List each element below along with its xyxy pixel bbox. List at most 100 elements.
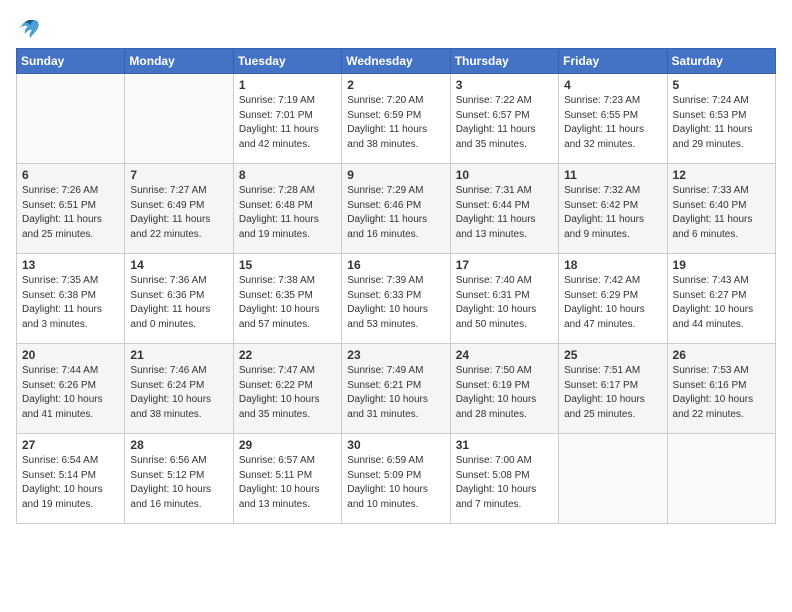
day-detail: Sunrise: 6:54 AMSunset: 5:14 PMDaylight:…	[22, 454, 119, 512]
calendar-day-cell: 31 Sunrise: 7:00 AMSunset: 5:08 PMDayligh…	[450, 434, 558, 524]
calendar-week-row: 1 Sunrise: 7:19 AMSunset: 7:01 PMDaylight…	[17, 74, 776, 164]
weekday-header: Thursday	[450, 49, 558, 74]
day-number: 2	[347, 78, 444, 92]
day-number: 5	[673, 78, 770, 92]
day-detail: Sunrise: 7:27 AMSunset: 6:49 PMDaylight:…	[130, 184, 227, 242]
day-detail: Sunrise: 6:59 AMSunset: 5:09 PMDaylight:…	[347, 454, 444, 512]
day-number: 9	[347, 168, 444, 182]
day-number: 27	[22, 438, 119, 452]
day-detail: Sunrise: 7:32 AMSunset: 6:42 PMDaylight:…	[564, 184, 661, 242]
day-number: 30	[347, 438, 444, 452]
day-detail: Sunrise: 7:28 AMSunset: 6:48 PMDaylight:…	[239, 184, 336, 242]
day-detail: Sunrise: 7:26 AMSunset: 6:51 PMDaylight:…	[22, 184, 119, 242]
calendar-day-cell: 19 Sunrise: 7:43 AMSunset: 6:27 PMDayligh…	[667, 254, 775, 344]
day-number: 21	[130, 348, 227, 362]
calendar-day-cell	[125, 74, 233, 164]
calendar-day-cell: 12Sunrise: 7:33 AMSunset: 6:40 PMDayligh…	[667, 164, 775, 254]
calendar-day-cell: 20 Sunrise: 7:44 AMSunset: 6:26 PMDayligh…	[17, 344, 125, 434]
calendar-day-cell: 18Sunrise: 7:42 AMSunset: 6:29 PMDayligh…	[559, 254, 667, 344]
calendar-day-cell: 1 Sunrise: 7:19 AMSunset: 7:01 PMDaylight…	[233, 74, 341, 164]
day-number: 19	[673, 258, 770, 272]
weekday-header: Tuesday	[233, 49, 341, 74]
day-detail: Sunrise: 7:44 AMSunset: 6:26 PMDaylight:…	[22, 364, 119, 422]
day-number: 8	[239, 168, 336, 182]
day-number: 7	[130, 168, 227, 182]
day-detail: Sunrise: 7:36 AMSunset: 6:36 PMDaylight:…	[130, 274, 227, 332]
day-detail: Sunrise: 7:19 AMSunset: 7:01 PMDaylight:…	[239, 94, 336, 152]
day-number: 22	[239, 348, 336, 362]
day-detail: Sunrise: 7:35 AMSunset: 6:38 PMDaylight:…	[22, 274, 119, 332]
calendar-table: SundayMondayTuesdayWednesdayThursdayFrid…	[16, 48, 776, 524]
calendar-week-row: 20 Sunrise: 7:44 AMSunset: 6:26 PMDayligh…	[17, 344, 776, 434]
calendar-day-cell: 21 Sunrise: 7:46 AMSunset: 6:24 PMDayligh…	[125, 344, 233, 434]
calendar-day-cell: 16 Sunrise: 7:39 AMSunset: 6:33 PMDayligh…	[342, 254, 450, 344]
day-number: 6	[22, 168, 119, 182]
day-number: 1	[239, 78, 336, 92]
day-detail: Sunrise: 7:23 AMSunset: 6:55 PMDaylight:…	[564, 94, 661, 152]
calendar-day-cell: 28 Sunrise: 6:56 AMSunset: 5:12 PMDayligh…	[125, 434, 233, 524]
day-number: 26	[673, 348, 770, 362]
calendar-day-cell: 9 Sunrise: 7:29 AMSunset: 6:46 PMDaylight…	[342, 164, 450, 254]
day-detail: Sunrise: 7:50 AMSunset: 6:19 PMDaylight:…	[456, 364, 553, 422]
calendar-day-cell	[559, 434, 667, 524]
calendar-day-cell: 15 Sunrise: 7:38 AMSunset: 6:35 PMDayligh…	[233, 254, 341, 344]
calendar-day-cell: 22 Sunrise: 7:47 AMSunset: 6:22 PMDayligh…	[233, 344, 341, 434]
day-number: 13	[22, 258, 119, 272]
calendar-day-cell	[667, 434, 775, 524]
day-number: 24	[456, 348, 553, 362]
day-detail: Sunrise: 7:47 AMSunset: 6:22 PMDaylight:…	[239, 364, 336, 422]
page-header	[16, 16, 776, 40]
day-number: 25	[564, 348, 661, 362]
calendar-day-cell: 8 Sunrise: 7:28 AMSunset: 6:48 PMDaylight…	[233, 164, 341, 254]
day-detail: Sunrise: 7:38 AMSunset: 6:35 PMDaylight:…	[239, 274, 336, 332]
calendar-day-cell	[17, 74, 125, 164]
day-detail: Sunrise: 7:42 AMSunset: 6:29 PMDaylight:…	[564, 274, 661, 332]
calendar-day-cell: 23Sunrise: 7:49 AMSunset: 6:21 PMDayligh…	[342, 344, 450, 434]
day-detail: Sunrise: 7:33 AMSunset: 6:40 PMDaylight:…	[673, 184, 770, 242]
calendar-day-cell: 11 Sunrise: 7:32 AMSunset: 6:42 PMDayligh…	[559, 164, 667, 254]
logo-icon	[16, 16, 44, 40]
day-detail: Sunrise: 7:24 AMSunset: 6:53 PMDaylight:…	[673, 94, 770, 152]
weekday-header: Wednesday	[342, 49, 450, 74]
day-detail: Sunrise: 7:31 AMSunset: 6:44 PMDaylight:…	[456, 184, 553, 242]
weekday-header: Sunday	[17, 49, 125, 74]
logo	[16, 16, 48, 40]
day-detail: Sunrise: 7:46 AMSunset: 6:24 PMDaylight:…	[130, 364, 227, 422]
weekday-header: Friday	[559, 49, 667, 74]
calendar-day-cell: 3Sunrise: 7:22 AMSunset: 6:57 PMDaylight…	[450, 74, 558, 164]
day-number: 20	[22, 348, 119, 362]
day-detail: Sunrise: 7:29 AMSunset: 6:46 PMDaylight:…	[347, 184, 444, 242]
day-number: 29	[239, 438, 336, 452]
calendar-week-row: 27 Sunrise: 6:54 AMSunset: 5:14 PMDayligh…	[17, 434, 776, 524]
day-detail: Sunrise: 7:43 AMSunset: 6:27 PMDaylight:…	[673, 274, 770, 332]
calendar-day-cell: 7 Sunrise: 7:27 AMSunset: 6:49 PMDaylight…	[125, 164, 233, 254]
day-number: 16	[347, 258, 444, 272]
day-number: 11	[564, 168, 661, 182]
calendar-day-cell: 2 Sunrise: 7:20 AMSunset: 6:59 PMDaylight…	[342, 74, 450, 164]
calendar-header-row: SundayMondayTuesdayWednesdayThursdayFrid…	[17, 49, 776, 74]
calendar-day-cell: 25 Sunrise: 7:51 AMSunset: 6:17 PMDayligh…	[559, 344, 667, 434]
calendar-day-cell: 4Sunrise: 7:23 AMSunset: 6:55 PMDaylight…	[559, 74, 667, 164]
calendar-day-cell: 27 Sunrise: 6:54 AMSunset: 5:14 PMDayligh…	[17, 434, 125, 524]
calendar-week-row: 6 Sunrise: 7:26 AMSunset: 6:51 PMDaylight…	[17, 164, 776, 254]
day-number: 23	[347, 348, 444, 362]
day-detail: Sunrise: 7:39 AMSunset: 6:33 PMDaylight:…	[347, 274, 444, 332]
weekday-header: Saturday	[667, 49, 775, 74]
calendar-day-cell: 26Sunrise: 7:53 AMSunset: 6:16 PMDayligh…	[667, 344, 775, 434]
day-detail: Sunrise: 6:56 AMSunset: 5:12 PMDaylight:…	[130, 454, 227, 512]
day-detail: Sunrise: 7:51 AMSunset: 6:17 PMDaylight:…	[564, 364, 661, 422]
day-detail: Sunrise: 6:57 AMSunset: 5:11 PMDaylight:…	[239, 454, 336, 512]
calendar-day-cell: 17Sunrise: 7:40 AMSunset: 6:31 PMDayligh…	[450, 254, 558, 344]
weekday-header: Monday	[125, 49, 233, 74]
day-detail: Sunrise: 7:40 AMSunset: 6:31 PMDaylight:…	[456, 274, 553, 332]
day-number: 28	[130, 438, 227, 452]
day-number: 15	[239, 258, 336, 272]
day-detail: Sunrise: 7:00 AMSunset: 5:08 PMDaylight:…	[456, 454, 553, 512]
day-detail: Sunrise: 7:20 AMSunset: 6:59 PMDaylight:…	[347, 94, 444, 152]
day-number: 3	[456, 78, 553, 92]
calendar-day-cell: 14Sunrise: 7:36 AMSunset: 6:36 PMDayligh…	[125, 254, 233, 344]
calendar-day-cell: 13 Sunrise: 7:35 AMSunset: 6:38 PMDayligh…	[17, 254, 125, 344]
day-number: 31	[456, 438, 553, 452]
day-number: 10	[456, 168, 553, 182]
calendar-day-cell: 10 Sunrise: 7:31 AMSunset: 6:44 PMDayligh…	[450, 164, 558, 254]
